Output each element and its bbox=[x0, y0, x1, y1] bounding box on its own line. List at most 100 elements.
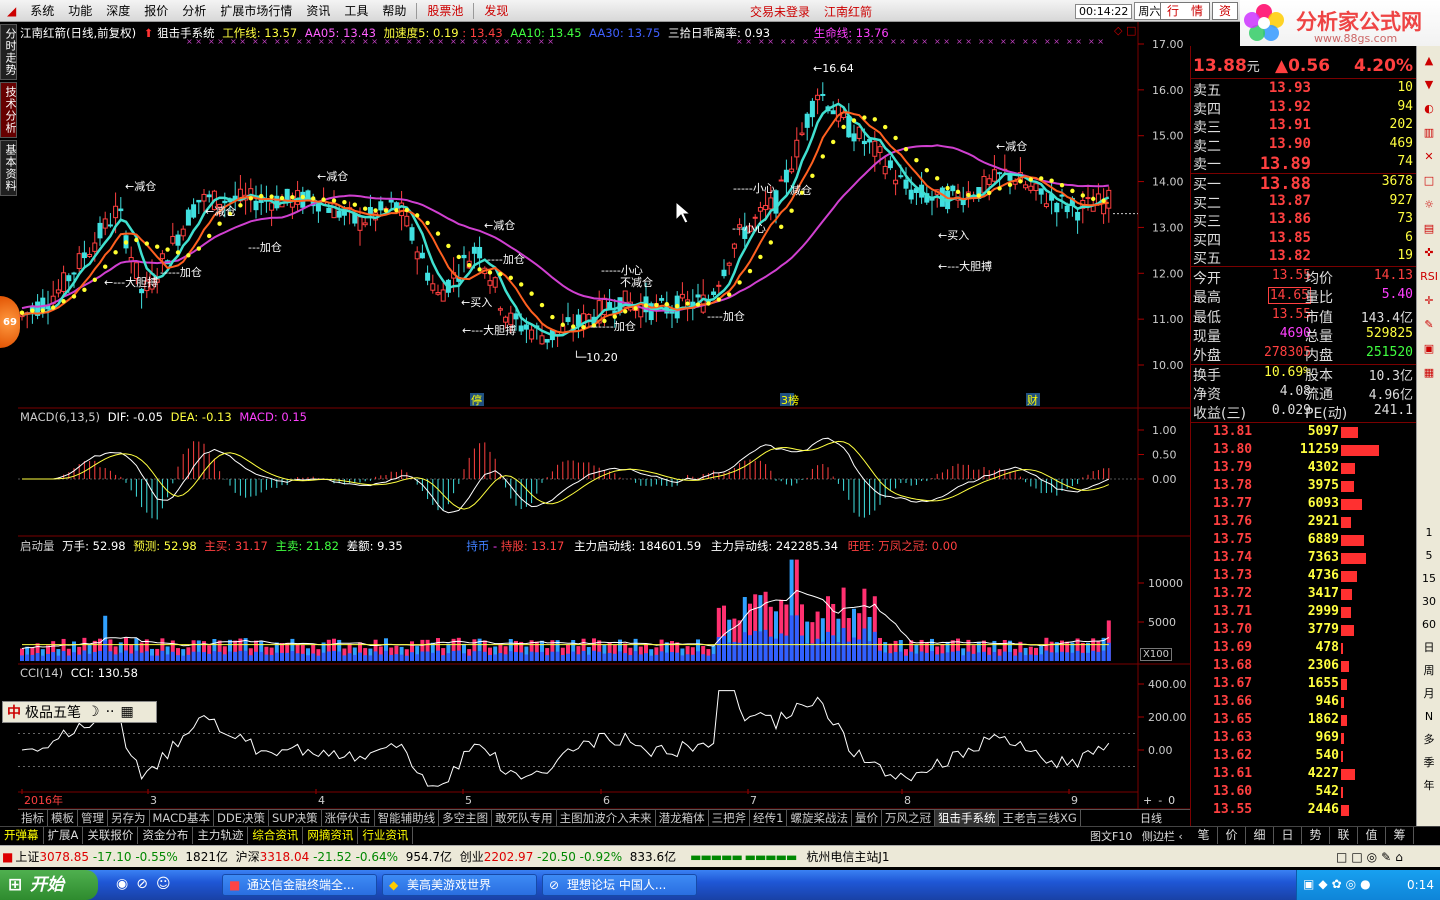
zoom-buttons[interactable]: +-0 bbox=[1143, 794, 1181, 807]
menu-news[interactable]: 资讯 bbox=[299, 2, 337, 19]
formula-tab[interactable]: 模板 bbox=[48, 810, 78, 826]
price-level-row[interactable]: 13.77 6093 bbox=[1193, 496, 1415, 514]
quote-tab[interactable]: 日 bbox=[1274, 827, 1302, 844]
price-level-row[interactable]: 13.73 4736 bbox=[1193, 568, 1415, 586]
tab-technical[interactable]: 技术分析 bbox=[0, 82, 17, 138]
formula-tab[interactable]: 狙击手系统 bbox=[934, 810, 1000, 826]
period-button[interactable]: 月 bbox=[1419, 685, 1439, 703]
tab-fundamentals[interactable]: 基本资料 bbox=[0, 140, 17, 196]
toolbar-icon[interactable]: ▦ bbox=[1419, 364, 1439, 382]
menu-function[interactable]: 功能 bbox=[61, 2, 99, 19]
period-button[interactable]: 60 bbox=[1419, 616, 1439, 634]
ask-row[interactable]: 卖五 13.93 10 bbox=[1193, 80, 1415, 99]
price-level-row[interactable]: 13.69 478 bbox=[1193, 640, 1415, 658]
quote-tab[interactable]: 笔 bbox=[1190, 827, 1218, 844]
bottom-tab[interactable]: 行业资讯 bbox=[358, 827, 414, 844]
price-level-row[interactable]: 13.74 7363 bbox=[1193, 550, 1415, 568]
ime-punct-icon[interactable]: ·· bbox=[106, 704, 115, 720]
period-button[interactable]: 日 bbox=[1419, 639, 1439, 657]
period-button[interactable]: N bbox=[1419, 708, 1439, 726]
bottom-tab[interactable]: 资金分布 bbox=[138, 827, 194, 844]
tab-intraday[interactable]: 分时走势 bbox=[0, 24, 17, 80]
sidebar-link[interactable]: 侧边栏 bbox=[1142, 830, 1175, 843]
toolbar-icon[interactable]: ▤ bbox=[1419, 220, 1439, 238]
ime-moon-icon[interactable]: ☽ bbox=[87, 704, 100, 720]
quote-tab[interactable]: 细 bbox=[1246, 827, 1274, 844]
price-level-row[interactable]: 13.78 3975 bbox=[1193, 478, 1415, 496]
ime-keyboard-icon[interactable]: ▦ bbox=[120, 704, 133, 720]
formula-tab[interactable]: 指标 bbox=[18, 810, 48, 826]
bottom-tab[interactable]: 综合资讯 bbox=[248, 827, 304, 844]
formula-tab[interactable]: 王老吉三线XG bbox=[999, 810, 1081, 826]
price-level-row[interactable]: 13.61 4227 bbox=[1193, 766, 1415, 784]
period-button[interactable]: 30 bbox=[1419, 593, 1439, 611]
ask-row[interactable]: 卖四 13.92 94 bbox=[1193, 99, 1415, 118]
period-button[interactable]: 年 bbox=[1419, 777, 1439, 795]
ask-row[interactable]: 卖二 13.90 469 bbox=[1193, 136, 1415, 155]
quote-tab[interactable]: 筹 bbox=[1386, 827, 1414, 844]
formula-tab[interactable]: 另存为 bbox=[108, 810, 150, 826]
price-level-row[interactable]: 13.60 542 bbox=[1193, 784, 1415, 802]
formula-tab[interactable]: 量价 bbox=[852, 810, 882, 826]
toolbar-icon[interactable]: ✕ bbox=[1419, 148, 1439, 166]
period-button[interactable]: 5 bbox=[1419, 547, 1439, 565]
quote-tab[interactable]: 价 bbox=[1218, 827, 1246, 844]
task-game[interactable]: ◆ 美高美游戏世界 bbox=[382, 874, 537, 896]
trade-button[interactable]: 资 bbox=[1212, 2, 1238, 20]
price-level-row[interactable]: 13.80 11259 bbox=[1193, 442, 1415, 460]
period-button[interactable]: 1 bbox=[1419, 524, 1439, 542]
menu-stock-pool[interactable]: 股票池 bbox=[420, 2, 470, 19]
bottom-tab[interactable]: 网摘资讯 bbox=[303, 827, 359, 844]
price-level-row[interactable]: 13.62 540 bbox=[1193, 748, 1415, 766]
price-level-row[interactable]: 13.72 3417 bbox=[1193, 586, 1415, 604]
quote-tab[interactable]: 势 bbox=[1302, 827, 1330, 844]
formula-tab[interactable]: MACD基本 bbox=[150, 810, 214, 826]
formula-tab[interactable]: 涨停伏击 bbox=[322, 810, 375, 826]
toolbar-icon[interactable]: ▥ bbox=[1419, 124, 1439, 142]
quick-launch-icons[interactable]: ◉⊘☺ bbox=[116, 876, 179, 892]
price-level-row[interactable]: 13.67 1655 bbox=[1193, 676, 1415, 694]
formula-tab[interactable]: 螺旋桨战法 bbox=[787, 810, 852, 826]
ask-row[interactable]: 卖三 13.91 202 bbox=[1193, 117, 1415, 136]
period-button[interactable]: 多 bbox=[1419, 731, 1439, 749]
task-forum[interactable]: ⊘ 理想论坛 中国人... bbox=[542, 874, 697, 896]
menu-tools[interactable]: 工具 bbox=[337, 2, 375, 19]
price-level-row[interactable]: 13.65 1862 bbox=[1193, 712, 1415, 730]
formula-tab[interactable]: 智能辅助线 bbox=[375, 810, 440, 826]
formula-tab[interactable]: 多空主图 bbox=[439, 810, 493, 826]
formula-tab[interactable]: 经传1 bbox=[750, 810, 788, 826]
ime-toolbar[interactable]: 中 极品五笔 ☽ ·· ▦ bbox=[2, 701, 157, 723]
status-window-icons[interactable]: □□◎✎⌂ bbox=[1336, 850, 1407, 864]
menu-system[interactable]: 系统 bbox=[23, 2, 61, 19]
ask-row[interactable]: 卖一 13.89 74 bbox=[1193, 154, 1415, 174]
toolbar-icon[interactable]: ✜ bbox=[1419, 244, 1439, 262]
toolbar-icon[interactable]: ✎ bbox=[1419, 316, 1439, 334]
price-level-row[interactable]: 13.68 2306 bbox=[1193, 658, 1415, 676]
price-level-row[interactable]: 13.75 6889 bbox=[1193, 532, 1415, 550]
formula-tab[interactable]: 潜龙箱体 bbox=[656, 810, 709, 826]
app-menu-icon[interactable]: ◢ bbox=[0, 4, 23, 18]
menu-help[interactable]: 帮助 bbox=[375, 2, 413, 19]
toolbar-icon[interactable]: ▲ bbox=[1419, 52, 1439, 70]
bid-row[interactable]: 买二 13.87 927 bbox=[1193, 193, 1415, 212]
toolbar-icon[interactable]: □ bbox=[1419, 172, 1439, 190]
formula-tab[interactable]: 敢死队专用 bbox=[492, 810, 557, 826]
price-level-row[interactable]: 13.63 969 bbox=[1193, 730, 1415, 748]
menu-extended-market[interactable]: 扩展市场行情 bbox=[213, 2, 299, 19]
menu-depth[interactable]: 深度 bbox=[99, 2, 137, 19]
formula-tab[interactable]: 三把斧 bbox=[709, 810, 751, 826]
formula-tab[interactable]: 主图加波介入未来 bbox=[557, 810, 656, 826]
bid-row[interactable]: 买五 13.82 19 bbox=[1193, 248, 1415, 267]
f10-link[interactable]: 图文F10 bbox=[1090, 830, 1132, 843]
price-level-row[interactable]: 13.66 946 bbox=[1193, 694, 1415, 712]
menu-discover[interactable]: 发现 bbox=[477, 2, 515, 19]
login-status[interactable]: 交易未登录 bbox=[750, 3, 810, 20]
period-label[interactable]: 日线 bbox=[1140, 810, 1162, 826]
price-level-row[interactable]: 13.79 4302 bbox=[1193, 460, 1415, 478]
toolbar-icon[interactable]: ▣ bbox=[1419, 340, 1439, 358]
toolbar-icon[interactable]: ☼ bbox=[1419, 196, 1439, 214]
toolbar-icon[interactable]: ◐ bbox=[1419, 100, 1439, 118]
price-level-row[interactable]: 13.70 3779 bbox=[1193, 622, 1415, 640]
quote-tab[interactable]: 值 bbox=[1358, 827, 1386, 844]
bottom-tab[interactable]: 关联报价 bbox=[83, 827, 139, 844]
